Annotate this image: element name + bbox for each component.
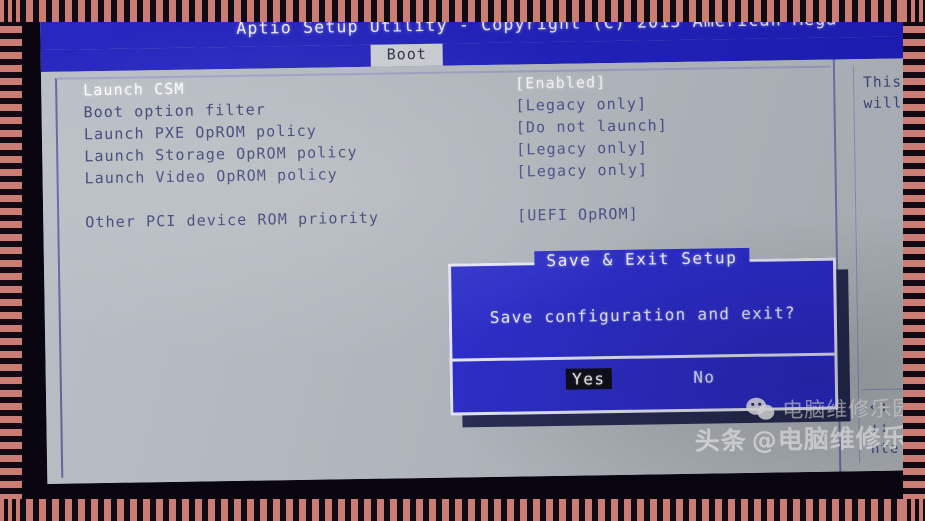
settings-row-value[interactable]: [Legacy only] <box>515 92 647 116</box>
photo-frame: Aptio Setup Utility - Copyright (C) 2015… <box>0 0 925 521</box>
border-stripe-left <box>0 0 22 521</box>
dialog-title: Save & Exit Setup <box>534 247 750 271</box>
pane-divider-inner <box>852 65 861 464</box>
nav-hints: ←: ↓: nte <box>870 396 925 460</box>
help-pane: This will <box>863 72 925 115</box>
settings-row-value[interactable]: [Legacy only] <box>516 136 648 160</box>
settings-row-value[interactable]: [Do not launch] <box>516 114 668 138</box>
no-button[interactable]: No <box>687 366 721 388</box>
page-title: Aptio Setup Utility - Copyright (C) 2015… <box>236 9 838 38</box>
dialog-separator <box>452 352 835 362</box>
settings-list: Launch CSM [Enabled] Boot option filter [Le… <box>83 73 668 233</box>
help-line-2: will <box>863 95 903 113</box>
border-corner-top-left <box>0 0 22 22</box>
border-corner-bottom-left <box>0 499 22 521</box>
settings-row-label: Boot option filter <box>83 100 267 122</box>
help-separator <box>861 387 925 391</box>
settings-row-value[interactable]: [UEFI OpROM] <box>517 203 639 227</box>
settings-row-label: Launch Video OpROM policy <box>84 165 338 188</box>
nav-hint-down-arrow: ↓: <box>870 419 890 437</box>
settings-row-label: Launch CSM <box>83 79 185 100</box>
settings-row-label: Other PCI device ROM priority <box>85 208 380 232</box>
border-stripe-bottom <box>0 499 925 521</box>
dialog-button-row: Yes No <box>453 365 835 392</box>
save-exit-dialog: Save & Exit Setup Save configuration and… <box>447 247 839 416</box>
help-line-1: This <box>863 74 903 92</box>
dialog-message: Save configuration and exit? <box>489 303 796 327</box>
monitor-screen: Aptio Setup Utility - Copyright (C) 2015… <box>40 0 925 484</box>
settings-row-value[interactable]: [Enabled] <box>515 71 607 94</box>
nav-hint-enter: nte <box>870 440 900 458</box>
nav-hint-left-arrow: ←: <box>870 398 890 416</box>
border-corner-bottom-right <box>903 499 925 521</box>
yes-button[interactable]: Yes <box>566 368 612 390</box>
bios-setup-screen: Aptio Setup Utility - Copyright (C) 2015… <box>40 0 925 484</box>
tab-boot[interactable]: Boot <box>370 43 443 67</box>
settings-row-value[interactable]: [Legacy only] <box>516 158 648 182</box>
